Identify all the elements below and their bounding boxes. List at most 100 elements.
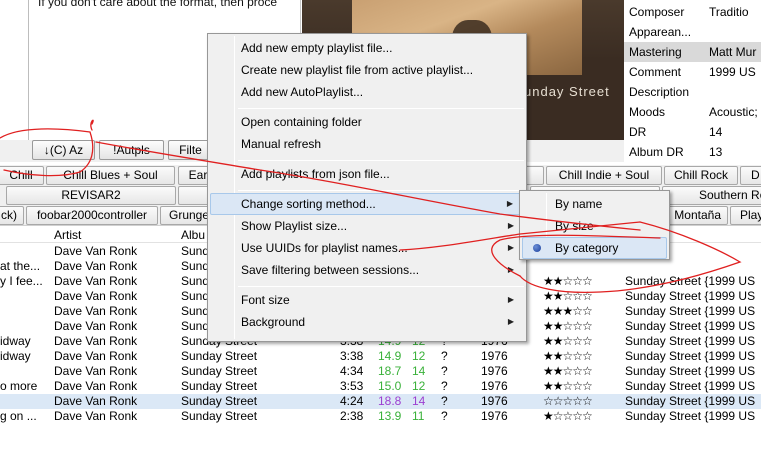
- track-dr-count: 14: [412, 394, 426, 408]
- track-album: Sunday Street: [181, 409, 258, 423]
- rating-stars[interactable]: ★★☆☆☆: [543, 274, 593, 289]
- rating-stars[interactable]: ☆☆☆☆☆: [543, 394, 593, 409]
- track-year: 1976: [481, 349, 508, 363]
- track-album: Sunday Street: [181, 379, 258, 393]
- submenu-arrow-icon: ▶: [507, 221, 514, 230]
- track-album: Sunday Street: [181, 349, 258, 363]
- track-album: Sunday Street: [181, 394, 258, 408]
- track-artist: Dave Van Ronk: [54, 244, 138, 258]
- track-q: ?: [441, 394, 448, 408]
- table-row[interactable]: g on ... Dave Van Ronk Sunday Street 2:38 13…: [0, 409, 761, 424]
- tab-chill-blues-soul[interactable]: Chill Blues + Soul: [46, 166, 175, 185]
- track-album-detail: Sunday Street {1999 US: [625, 364, 756, 378]
- column-album[interactable]: Albu: [181, 228, 205, 242]
- track-artist: Dave Van Ronk: [54, 409, 138, 423]
- track-length: 2:38: [340, 409, 364, 423]
- track-title: g on ...: [0, 409, 37, 423]
- table-row[interactable]: Dave Van Ronk Sunday Street 4:24 18.8 14? 197…: [0, 394, 761, 409]
- table-row[interactable]: Dave Van Ronk Sunday Street 4:34 18.7 14? 197…: [0, 364, 761, 379]
- rating-stars[interactable]: ★★☆☆☆: [543, 364, 593, 379]
- menu-item-add-empty-playlist[interactable]: Add new empty playlist file...: [210, 37, 524, 59]
- track-length: 3:38: [340, 349, 364, 363]
- track-album-detail: Sunday Street {1999 US: [625, 274, 756, 288]
- track-dr-count: 12: [412, 349, 426, 363]
- track-title: y I fee...: [0, 274, 43, 288]
- menu-item-save-filtering[interactable]: Save filtering between sessions... ▶: [210, 259, 524, 281]
- submenu-arrow-icon: ▶: [507, 265, 514, 274]
- track-dr: 14.9: [378, 349, 402, 363]
- menu-item-create-from-active[interactable]: Create new playlist file from active pla…: [210, 59, 524, 81]
- tab-play[interactable]: Play: [730, 206, 761, 225]
- track-album-detail: Sunday Street {1999 US: [625, 289, 756, 303]
- tab-revisar2[interactable]: REVISAR2: [6, 186, 176, 205]
- menu-item-font-size[interactable]: Font size ▶: [210, 289, 524, 311]
- track-artist: Dave Van Ronk: [54, 289, 138, 303]
- menu-separator: [238, 160, 524, 161]
- menu-item-manual-refresh[interactable]: Manual refresh: [210, 133, 524, 155]
- property-row-selected[interactable]: Mastering Matt Mur: [624, 42, 761, 62]
- track-dr-count: 14: [412, 364, 426, 378]
- property-row[interactable]: Comment 1999 US: [624, 62, 761, 82]
- submenu-item-by-name[interactable]: By name: [522, 193, 667, 215]
- sort-button[interactable]: ↓(C) Az: [32, 140, 95, 160]
- tab-chill[interactable]: Chill: [0, 166, 44, 185]
- track-album: Sund: [181, 244, 210, 258]
- tab-chill-indie-soul[interactable]: Chill Indie + Soul: [546, 166, 662, 185]
- rating-stars[interactable]: ★★☆☆☆: [543, 334, 593, 349]
- tab-southern-rock[interactable]: Southern Ro: [662, 186, 761, 205]
- property-row[interactable]: Apparean...: [624, 22, 761, 42]
- track-title: idway: [0, 334, 31, 348]
- submenu-arrow-icon: ▶: [507, 317, 514, 326]
- property-row[interactable]: Composer Traditio: [624, 2, 761, 22]
- track-q: ?: [441, 409, 448, 423]
- menu-item-open-folder[interactable]: Open containing folder: [210, 111, 524, 133]
- menu-item-background[interactable]: Background ▶: [210, 311, 524, 333]
- property-row[interactable]: Description: [624, 82, 761, 102]
- album-art-caption: unday Street: [524, 84, 610, 99]
- menu-item-add-from-json[interactable]: Add playlists from json file...: [210, 163, 524, 185]
- track-album: Sund: [181, 274, 210, 288]
- rating-stars[interactable]: ★★☆☆☆: [543, 379, 593, 394]
- autoplaylist-button[interactable]: !Autpls: [99, 140, 164, 160]
- submenu-item-by-size[interactable]: By size: [522, 215, 667, 237]
- track-dr: 18.8: [378, 394, 402, 408]
- sorting-submenu: By name By size By category: [519, 190, 670, 260]
- submenu-arrow-icon: ▶: [507, 243, 514, 252]
- table-row[interactable]: o more Dave Van Ronk Sunday Street 3:53 15.0…: [0, 379, 761, 394]
- track-album: Sund: [181, 289, 210, 303]
- menu-item-add-autoplaylist[interactable]: Add new AutoPlaylist...: [210, 81, 524, 103]
- tab-chill-rock[interactable]: Chill Rock: [664, 166, 738, 185]
- rating-stars[interactable]: ★★☆☆☆: [543, 289, 593, 304]
- track-dr: 13.9: [378, 409, 402, 423]
- menu-item-change-sorting[interactable]: Change sorting method... ▶: [210, 193, 524, 215]
- tab-ck[interactable]: ck): [0, 206, 24, 225]
- submenu-item-by-category[interactable]: By category: [522, 237, 667, 259]
- track-album-detail: Sunday Street {1999 US: [625, 349, 756, 363]
- track-album-detail: Sunday Street {1999 US: [625, 409, 756, 423]
- track-album: Sund: [181, 259, 210, 273]
- rating-stars[interactable]: ★★★☆☆: [543, 304, 593, 319]
- submenu-arrow-icon: ▶: [507, 295, 514, 304]
- property-row[interactable]: Album DR 13: [624, 142, 761, 160]
- rating-stars[interactable]: ★★☆☆☆: [543, 319, 593, 334]
- tab-foobar2000controller[interactable]: foobar2000controller: [26, 206, 158, 225]
- tab-d[interactable]: D: [740, 166, 761, 185]
- column-artist[interactable]: Artist: [54, 228, 81, 242]
- track-album-detail: Sunday Street {1999 US: [625, 319, 756, 333]
- track-artist: Dave Van Ronk: [54, 259, 138, 273]
- property-row[interactable]: Moods Acoustic;: [624, 102, 761, 122]
- table-row[interactable]: idway Dave Van Ronk Sunday Street 3:38 14.9 1…: [0, 349, 761, 364]
- track-dr-count: 12: [412, 379, 426, 393]
- menu-item-show-playlist-size[interactable]: Show Playlist size... ▶: [210, 215, 524, 237]
- property-row[interactable]: DR 14: [624, 122, 761, 142]
- track-album-detail: Sunday Street {1999 US: [625, 394, 756, 408]
- track-year: 1976: [481, 409, 508, 423]
- track-length: 3:53: [340, 379, 364, 393]
- rating-stars[interactable]: ★☆☆☆☆: [543, 409, 593, 424]
- menu-separator: [238, 190, 524, 191]
- rating-stars[interactable]: ★★☆☆☆: [543, 349, 593, 364]
- menu-item-use-uuids[interactable]: Use UUIDs for playlist names... ▶: [210, 237, 524, 259]
- track-artist: Dave Van Ronk: [54, 394, 138, 408]
- track-album: Sund: [181, 304, 210, 318]
- track-q: ?: [441, 364, 448, 378]
